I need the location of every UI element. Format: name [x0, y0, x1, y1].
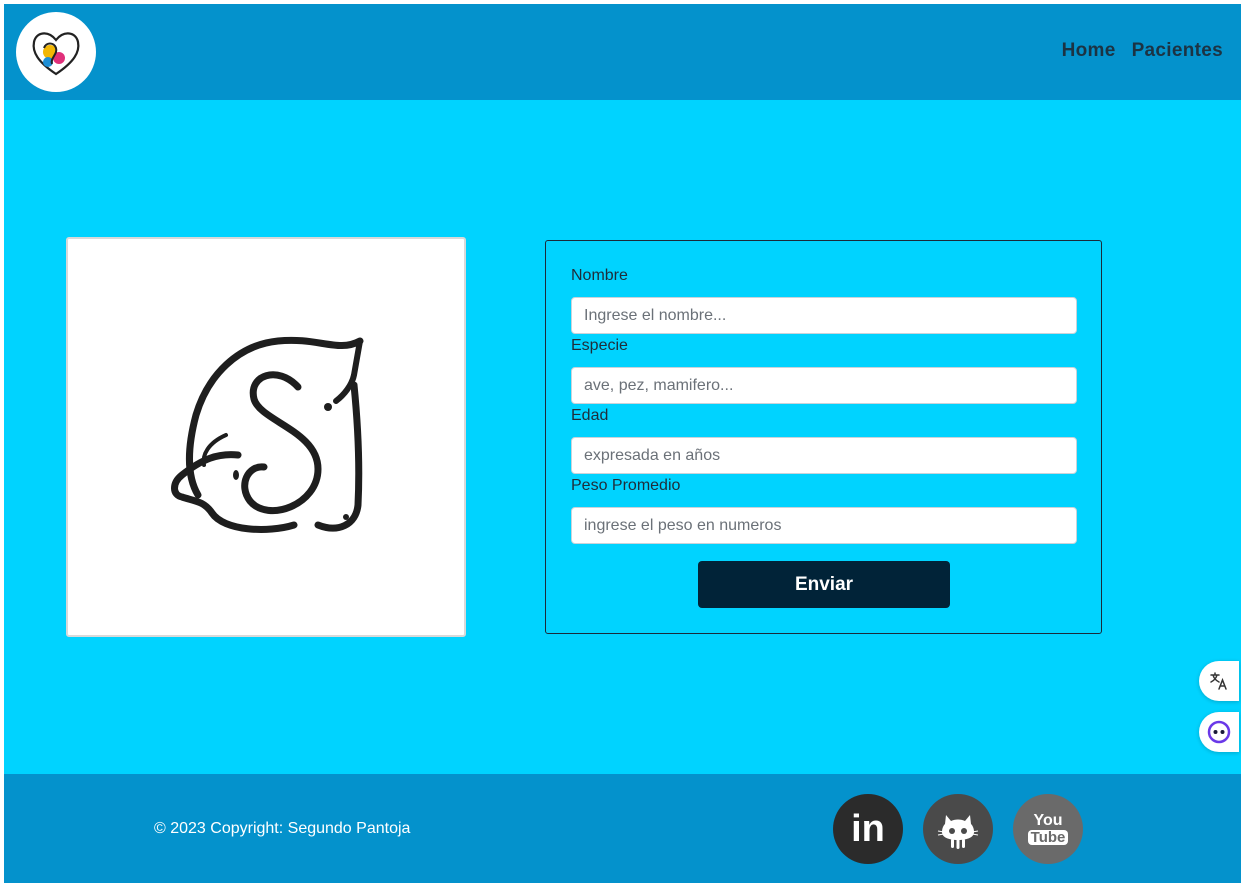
peso-input[interactable] [571, 507, 1077, 544]
nombre-label: Nombre [571, 267, 628, 284]
nav-links: Home Pacientes [1062, 40, 1223, 62]
youtube-icon: You Tube [1027, 813, 1069, 845]
assistant-icon [1207, 720, 1231, 744]
translate-button[interactable] [1199, 661, 1239, 701]
peso-label: Peso Promedio [571, 477, 681, 494]
especie-label: Especie [571, 337, 628, 354]
nav-link-home[interactable]: Home [1062, 40, 1116, 62]
patient-form: Nombre Especie Edad Peso Promedio Enviar [545, 240, 1102, 634]
vet-logo-icon [32, 32, 80, 76]
linkedin-icon: in [851, 808, 885, 850]
edad-label: Edad [571, 407, 609, 424]
brand-logo[interactable] [16, 12, 96, 92]
copyright-text: © 2023 Copyright: Segundo Pantoja [154, 820, 411, 837]
github-link[interactable] [923, 794, 993, 864]
dog-cat-logo-icon [171, 336, 364, 533]
enviar-button[interactable]: Enviar [698, 561, 950, 608]
logo-card [66, 237, 466, 637]
navbar: Home Pacientes [4, 4, 1241, 100]
translate-icon [1210, 672, 1227, 690]
page: Home Pacientes Nombre Ingrese el nombre.… [4, 4, 1241, 883]
footer: © 2023 Copyright: Segundo Pantoja in You [4, 774, 1241, 883]
especie-input[interactable] [571, 367, 1077, 404]
nav-link-pacientes[interactable]: Pacientes [1132, 40, 1223, 62]
github-icon [937, 815, 979, 849]
youtube-link[interactable]: You Tube [1013, 794, 1083, 864]
assistant-button[interactable] [1199, 712, 1239, 752]
nombre-input[interactable] [571, 297, 1077, 334]
edad-input[interactable] [571, 437, 1077, 474]
linkedin-link[interactable]: in [833, 794, 903, 864]
